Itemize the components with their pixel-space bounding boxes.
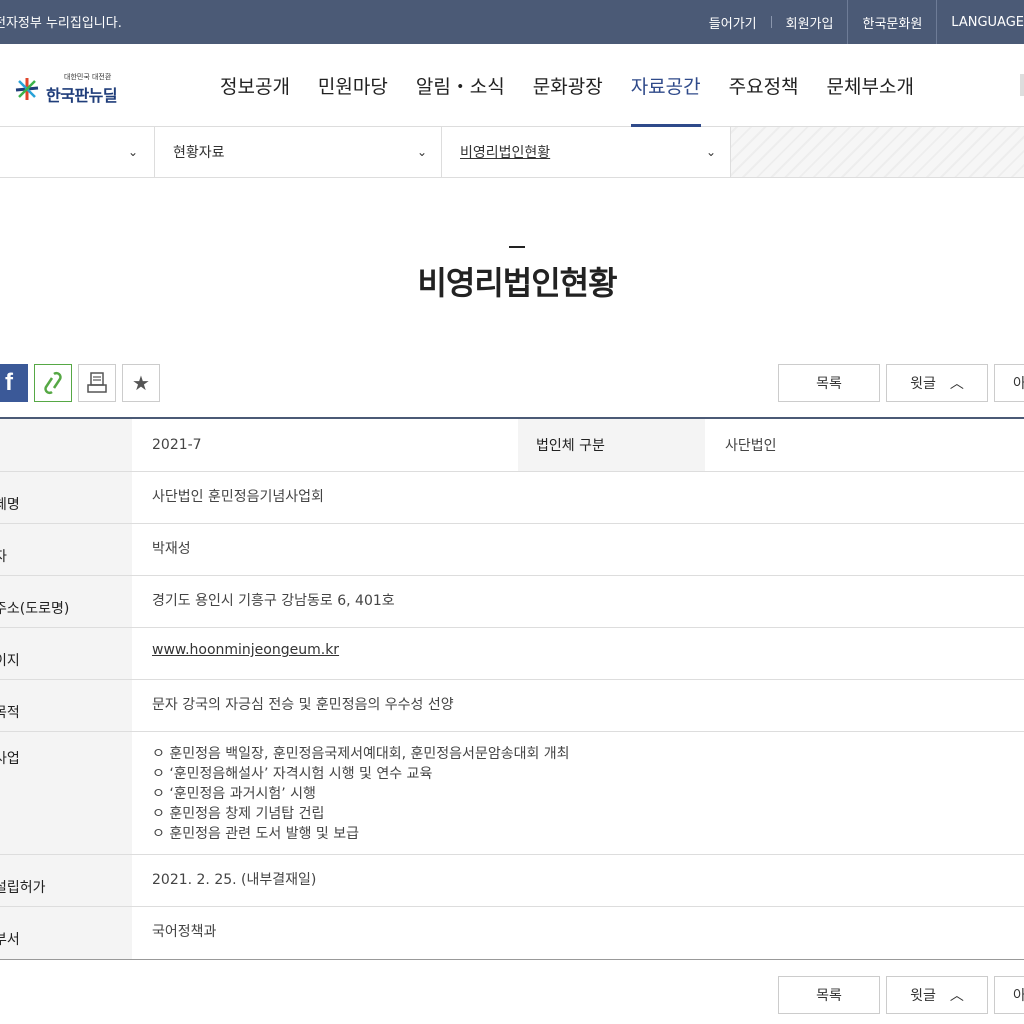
corp-type-value: 사단법인 <box>725 438 777 454</box>
facebook-icon: f <box>5 369 13 396</box>
breadcrumb-level1[interactable]: ⌄ <box>0 127 155 177</box>
nav-item-policy[interactable]: 주요정책 <box>715 44 813 127</box>
detail-table: 2021-7 법인체 구분 사단법인 체명 사단법인 훈민정음기념사업회 자 박… <box>0 417 1024 960</box>
post-nav-bottom: 목록 윗글 ︿ 아 <box>778 976 1024 1014</box>
favorite-button[interactable]: ★ <box>122 364 160 402</box>
list-button[interactable]: 목록 <box>778 364 880 402</box>
link-icon <box>44 371 62 395</box>
table-row: 부서 국어정책과 <box>0 907 1024 959</box>
row-header <box>0 419 132 471</box>
homepage-link[interactable]: www.hoonminjeongeum.kr <box>152 642 339 658</box>
title-dash <box>509 246 525 248</box>
row-header: 체명 <box>0 472 132 523</box>
post-nav-top: 목록 윗글 ︿ 아 <box>778 364 1024 402</box>
table-row: 이지 www.hoonminjeongeum.kr <box>0 628 1024 680</box>
chevron-down-icon: ⌄ <box>128 145 139 159</box>
page-title: 비영리법인현황 <box>417 264 617 302</box>
list-item: ㅇ 훈민정음 백일장, 훈민정음국제서예대회, 훈민정음서문암송대회 개최 <box>152 746 570 762</box>
chevron-down-icon: ⌄ <box>706 145 717 159</box>
print-icon <box>87 372 107 393</box>
chevron-down-icon: ⌄ <box>417 145 428 159</box>
share-toolbar: f ★ <box>0 364 160 402</box>
main-navigation: 정보공개 민원마당 알림・소식 문화광장 자료공간 주요정책 문체부소개 <box>206 44 928 127</box>
table-row: 주소(도로명) 경기도 용인시 기흥구 강남동로 6, 401호 <box>0 576 1024 628</box>
row-header: 자 <box>0 524 132 575</box>
next-post-button[interactable]: 아 <box>994 364 1024 402</box>
top-utility-bar: 전자정부 누리집입니다. 들어가기 회원가입 한국문화원 LANGUAGE <box>0 0 1024 44</box>
logo-tagline: 대한민국 대전환 <box>64 73 112 81</box>
site-header: 대한민국 대전환 한국판뉴딜 정보공개 민원마당 알림・소식 문화광장 자료공간… <box>0 44 1024 127</box>
utility-links: 들어가기 회원가입 한국문화원 LANGUAGE <box>695 0 1024 44</box>
nav-item-culture[interactable]: 문화광장 <box>519 44 617 127</box>
list-item: ㅇ 훈민정음 관련 도서 발행 및 보급 <box>152 826 360 842</box>
department-value: 국어정책과 <box>152 924 217 940</box>
copy-link-button[interactable] <box>34 364 72 402</box>
homepage-cell: www.hoonminjeongeum.kr <box>132 628 1024 679</box>
table-row: 목적 문자 강국의 자긍심 전승 및 훈민정음의 우수성 선양 <box>0 680 1024 732</box>
breadcrumb-level3[interactable]: 비영리법인현황 ⌄ <box>442 127 731 177</box>
list-item: ㅇ ‘훈민정음해설사’ 자격시험 시행 및 연수 교육 <box>152 766 433 782</box>
chevron-up-icon: ︿ <box>949 988 964 1004</box>
row-header: 법인체 구분 <box>518 419 705 471</box>
login-link[interactable]: 들어가기 <box>695 13 771 32</box>
facebook-share-button[interactable]: f <box>0 364 28 402</box>
nav-item-data[interactable]: 자료공간 <box>617 44 715 127</box>
star-icon: ★ <box>132 371 150 395</box>
chevron-up-icon: ︿ <box>949 376 964 392</box>
next-post-button[interactable]: 아 <box>994 976 1024 1014</box>
breadcrumb-level3-label: 비영리법인현황 <box>460 145 551 161</box>
list-item: ㅇ 훈민정음 창제 기념탑 건립 <box>152 806 325 822</box>
representative-value: 박재성 <box>152 541 191 557</box>
address-value: 경기도 용인시 기흥구 강남동로 6, 401호 <box>152 593 395 609</box>
gov-notice: 전자정부 누리집입니다. <box>0 16 122 31</box>
prev-post-label: 윗글 <box>910 988 936 1004</box>
language-selector[interactable]: LANGUAGE <box>936 0 1024 44</box>
list-button[interactable]: 목록 <box>778 976 880 1014</box>
new-deal-logo-icon <box>15 78 39 100</box>
row-header: 주소(도로명) <box>0 576 132 627</box>
nav-item-news[interactable]: 알림・소식 <box>402 44 519 127</box>
culture-center-link[interactable]: 한국문화원 <box>847 0 936 44</box>
prev-post-button[interactable]: 윗글 ︿ <box>886 976 988 1014</box>
business-list: ㅇ 훈민정음 백일장, 훈민정음국제서예대회, 훈민정음서문암송대회 개최 ㅇ … <box>132 732 1024 854</box>
signup-link[interactable]: 회원가입 <box>772 13 848 32</box>
base-date-value: 2021-7 <box>152 437 202 453</box>
breadcrumb: ⌄ 현황자료 ⌄ 비영리법인현황 ⌄ <box>0 127 1024 178</box>
header-edge <box>1020 74 1024 96</box>
prev-post-button[interactable]: 윗글 ︿ <box>886 364 988 402</box>
list-item: ㅇ ‘훈민정음 과거시험’ 시행 <box>152 786 316 802</box>
row-header: 이지 <box>0 628 132 679</box>
row-header: 부서 <box>0 907 132 959</box>
nav-item-info[interactable]: 정보공개 <box>206 44 304 127</box>
logo-title: 한국판뉴딜 <box>46 86 118 105</box>
breadcrumb-level2-label: 현황자료 <box>173 145 225 161</box>
table-row: 2021-7 법인체 구분 사단법인 <box>0 419 1024 472</box>
permit-date-value: 2021. 2. 25. (내부결재일) <box>152 872 317 888</box>
new-deal-logo[interactable]: 대한민국 대전환 한국판뉴딜 <box>12 72 118 106</box>
purpose-value: 문자 강국의 자긍심 전승 및 훈민정음의 우수성 선양 <box>152 697 454 713</box>
nav-item-about[interactable]: 문체부소개 <box>813 44 928 127</box>
breadcrumb-level2[interactable]: 현황자료 ⌄ <box>155 127 442 177</box>
row-header: 목적 <box>0 680 132 731</box>
prev-post-label: 윗글 <box>910 376 936 392</box>
table-row: 설립허가 2021. 2. 25. (내부결재일) <box>0 855 1024 907</box>
row-header: 설립허가 <box>0 855 132 906</box>
table-row: 체명 사단법인 훈민정음기념사업회 <box>0 472 1024 524</box>
table-row: 사업 ㅇ 훈민정음 백일장, 훈민정음국제서예대회, 훈민정음서문암송대회 개최… <box>0 732 1024 855</box>
row-header: 사업 <box>0 732 132 854</box>
table-row: 자 박재성 <box>0 524 1024 576</box>
print-button[interactable] <box>78 364 116 402</box>
nav-item-civil[interactable]: 민원마당 <box>304 44 402 127</box>
corp-name-value: 사단법인 훈민정음기념사업회 <box>152 489 324 505</box>
